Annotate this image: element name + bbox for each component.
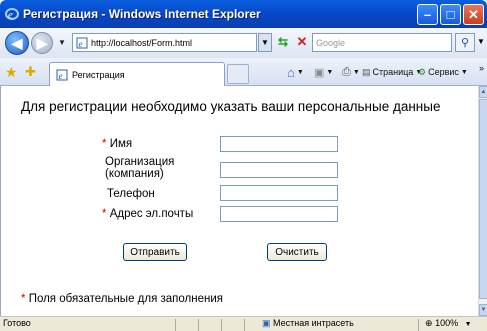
scroll-thumb[interactable] bbox=[479, 99, 487, 299]
zoom-control[interactable]: ⊕ 100% ▼ bbox=[425, 318, 472, 329]
svg-text:e: e bbox=[8, 9, 13, 21]
tab-toolbar: ★ ✚ e Регистрация ⌂ ▼ ▣ ▼ ⎙ ▼ ▤ Страница ▼ ⚙ С… bbox=[0, 58, 487, 86]
chevron-down-icon: ▼ bbox=[352, 68, 360, 76]
reset-button[interactable]: Очистить bbox=[267, 243, 327, 261]
minimize-icon: – bbox=[423, 7, 432, 22]
search-options-icon[interactable]: ▼ bbox=[477, 37, 485, 46]
close-icon: ✕ bbox=[468, 7, 479, 22]
toolbar-overflow-button[interactable]: » bbox=[479, 60, 484, 76]
status-divider bbox=[175, 319, 176, 331]
ie-logo-icon: e bbox=[4, 6, 20, 22]
feeds-button[interactable]: ▣ ▼ bbox=[314, 64, 333, 80]
address-dropdown-button[interactable]: ▼ bbox=[258, 33, 272, 52]
page-menu-label: Страница bbox=[372, 67, 414, 77]
search-icon: ⚲ bbox=[460, 37, 470, 49]
submit-button[interactable]: Отправить bbox=[123, 243, 187, 261]
history-dropdown-icon[interactable]: ▼ bbox=[58, 38, 66, 47]
status-divider bbox=[198, 319, 199, 331]
back-arrow-icon: ◀ bbox=[11, 34, 23, 51]
email-input[interactable] bbox=[220, 206, 338, 222]
chevron-down-icon: ▼ bbox=[464, 321, 472, 328]
status-divider bbox=[221, 319, 222, 331]
new-tab-button[interactable] bbox=[227, 64, 249, 84]
required-note-text: Поля обязательные для заполнения bbox=[28, 293, 224, 305]
status-bar: Готово ▣ Местная интрасеть ⊕ 100% ▼ bbox=[0, 316, 487, 331]
tab-label: Регистрация bbox=[72, 69, 125, 80]
back-button[interactable]: ◀ bbox=[5, 31, 29, 55]
field-label-organization: Организация (компания) bbox=[105, 156, 175, 180]
close-button[interactable]: ✕ bbox=[463, 4, 484, 25]
scroll-up-icon[interactable]: ▲ bbox=[479, 86, 487, 98]
zone-indicator[interactable]: ▣ Местная интрасеть bbox=[262, 318, 354, 329]
field-label-text: Имя bbox=[109, 138, 133, 150]
chevron-down-icon: ▼ bbox=[296, 68, 304, 76]
search-button[interactable]: ⚲ bbox=[455, 33, 475, 52]
page-icon: e bbox=[76, 37, 88, 49]
tools-menu-label: Сервис bbox=[428, 67, 459, 77]
print-icon: ⎙ bbox=[342, 65, 351, 78]
forward-button[interactable]: ▶ bbox=[31, 32, 53, 54]
address-toolbar: ◀ ▶ ▼ e http://localhost/Form.html ▼ ⇆ ✕… bbox=[0, 28, 487, 58]
required-mark: * bbox=[21, 293, 26, 305]
address-field[interactable]: e http://localhost/Form.html bbox=[72, 33, 257, 52]
intranet-icon: ▣ bbox=[262, 318, 271, 328]
maximize-icon: □ bbox=[446, 7, 455, 22]
required-note: * Поля обязательные для заполнения bbox=[21, 293, 223, 305]
stop-icon: ✕ bbox=[296, 34, 308, 49]
add-favorites-icon[interactable]: ✚ bbox=[25, 64, 36, 80]
field-label-text: Адрес эл.почты bbox=[109, 208, 194, 220]
stop-button[interactable]: ✕ bbox=[294, 34, 310, 50]
scroll-down-icon[interactable]: ▼ bbox=[479, 304, 487, 316]
name-input[interactable] bbox=[220, 136, 338, 152]
forward-arrow-icon: ▶ bbox=[36, 34, 48, 51]
chevron-down-icon: ▼ bbox=[261, 38, 269, 47]
page-menu-icon: ▤ bbox=[362, 66, 371, 77]
page-icon: e bbox=[56, 69, 68, 81]
favorites-star-icon[interactable]: ★ bbox=[5, 64, 18, 81]
status-divider bbox=[244, 319, 245, 331]
chevron-down-icon: ▼ bbox=[460, 68, 468, 76]
status-divider bbox=[418, 319, 419, 331]
print-button[interactable]: ⎙ ▼ bbox=[342, 64, 360, 80]
window-titlebar: e Регистрация - Windows Internet Explore… bbox=[0, 0, 487, 28]
vertical-scrollbar[interactable]: ▲ ▼ bbox=[478, 86, 487, 316]
svg-text:e: e bbox=[59, 71, 63, 81]
home-button[interactable]: ⌂ ▼ bbox=[287, 64, 304, 80]
zone-text: Местная интрасеть bbox=[273, 318, 354, 328]
gear-icon: ⚙ bbox=[418, 66, 427, 77]
required-mark: * bbox=[102, 138, 107, 150]
svg-text:e: e bbox=[79, 39, 83, 49]
window-title: Регистрация - Windows Internet Explorer bbox=[23, 7, 261, 21]
refresh-button[interactable]: ⇆ bbox=[275, 34, 291, 50]
tab-active[interactable]: e Регистрация bbox=[49, 62, 225, 86]
refresh-icon: ⇆ bbox=[277, 35, 289, 49]
page-heading: Для регистрации необходимо указать ваши … bbox=[21, 99, 441, 114]
search-placeholder: Google bbox=[316, 37, 346, 48]
search-input[interactable]: Google bbox=[312, 33, 452, 52]
page-menu-button[interactable]: ▤ Страница ▼ bbox=[362, 64, 422, 80]
home-icon: ⌂ bbox=[287, 64, 295, 80]
required-mark: * bbox=[102, 208, 107, 220]
field-label-name: * Имя bbox=[102, 138, 132, 150]
zoom-level: 100% bbox=[435, 318, 459, 328]
field-label-email: * Адрес эл.почты bbox=[102, 208, 193, 220]
address-url: http://localhost/Form.html bbox=[91, 37, 193, 48]
minimize-button[interactable]: – bbox=[417, 4, 438, 25]
feeds-icon: ▣ bbox=[314, 66, 325, 79]
maximize-button[interactable]: □ bbox=[440, 4, 461, 25]
chevron-down-icon: ▼ bbox=[326, 68, 334, 76]
zoom-icon: ⊕ bbox=[425, 318, 433, 328]
status-text: Готово bbox=[3, 318, 31, 328]
phone-input[interactable] bbox=[220, 185, 338, 201]
tools-menu-button[interactable]: ⚙ Сервис ▼ bbox=[418, 64, 468, 80]
field-label-phone: Телефон bbox=[107, 188, 155, 200]
page-content: Для регистрации необходимо указать ваши … bbox=[0, 86, 478, 316]
overflow-icon: » bbox=[479, 63, 485, 73]
organization-input[interactable] bbox=[220, 162, 338, 178]
